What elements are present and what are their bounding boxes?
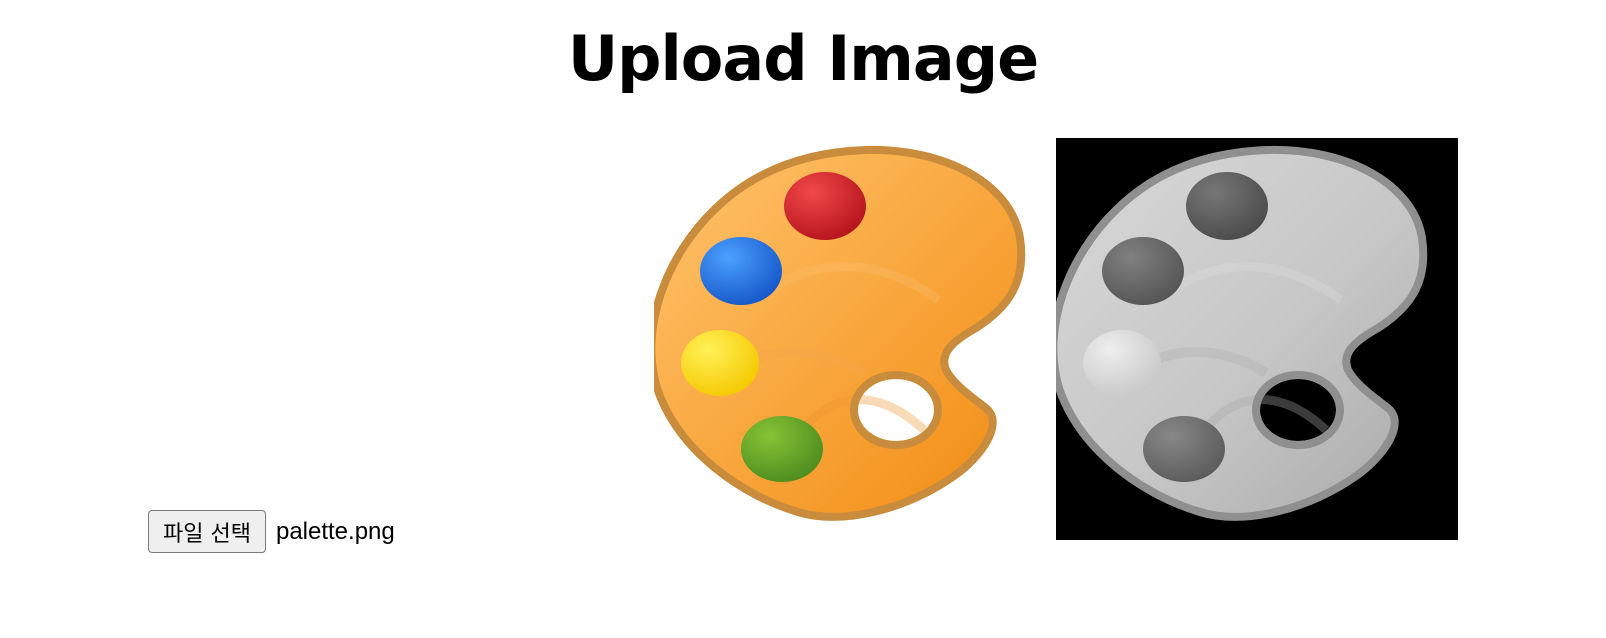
file-upload-control[interactable]: 파일 선택 palette.png (148, 510, 395, 553)
selected-file-name: palette.png (275, 518, 395, 545)
grayscale-palette-icon (1056, 145, 1428, 521)
palette-icon (654, 145, 1026, 521)
original-image (654, 138, 1056, 540)
grayscale-image (1056, 138, 1458, 540)
page-title: Upload Image (567, 22, 1039, 95)
choose-file-button[interactable]: 파일 선택 (148, 510, 266, 553)
